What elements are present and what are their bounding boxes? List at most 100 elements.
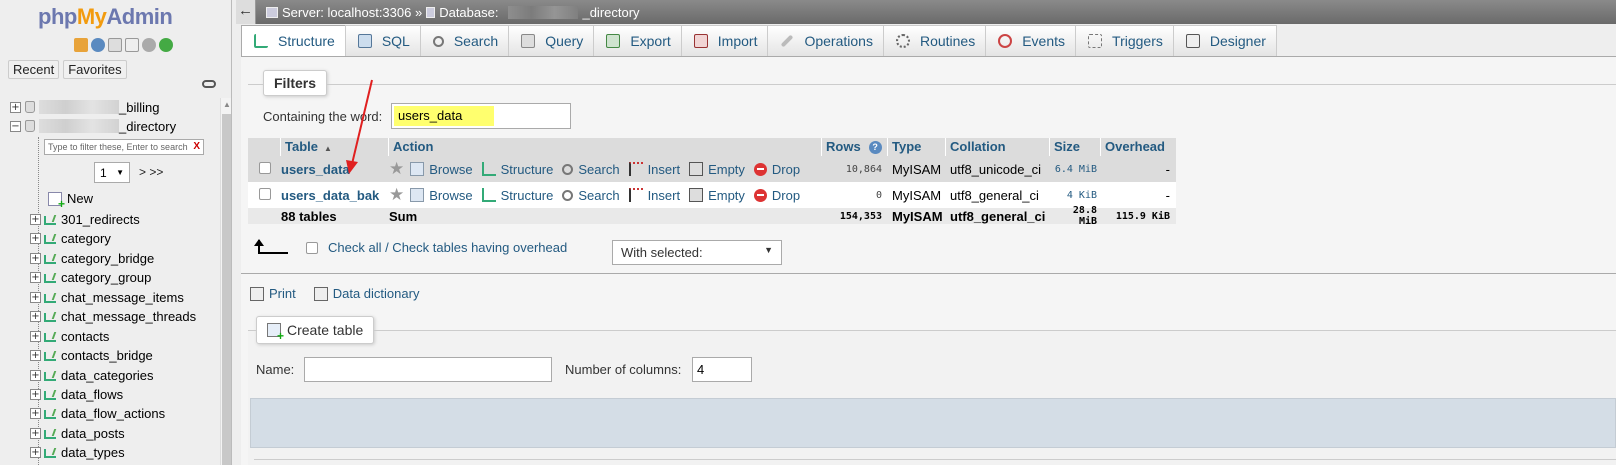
tree-table-item[interactable]: + category_group <box>30 268 151 287</box>
tree-table-item[interactable]: + data_posts <box>30 424 125 443</box>
expand-icon[interactable]: + <box>30 389 41 400</box>
tree-table-item[interactable]: + contacts <box>30 327 109 346</box>
db-billing[interactable]: + _billing <box>10 98 159 116</box>
tree-table-item[interactable]: + chat_message_items <box>30 288 184 307</box>
home-icon[interactable] <box>74 38 88 52</box>
header-overhead[interactable]: Overhead <box>1101 138 1176 156</box>
expand-icon[interactable]: + <box>30 311 41 322</box>
help-icon[interactable]: ? <box>868 140 882 154</box>
link-icon[interactable] <box>202 80 216 88</box>
tab-query[interactable]: Query <box>508 25 595 56</box>
recent-button[interactable]: Recent <box>8 60 60 79</box>
tree-table-item[interactable]: + data_flows <box>30 385 123 404</box>
expand-icon[interactable]: + <box>30 331 41 342</box>
reload-icon[interactable] <box>159 38 173 52</box>
tab-events[interactable]: Events <box>985 25 1077 56</box>
page-select[interactable]: 1 ▼ <box>94 162 130 183</box>
with-selected-dropdown[interactable]: With selected: ▼ <box>612 240 782 265</box>
expand-icon[interactable]: + <box>30 408 41 419</box>
drop-action[interactable]: Drop <box>753 188 800 203</box>
settings-icon[interactable] <box>142 38 156 52</box>
tab-operations[interactable]: Operations <box>767 25 884 56</box>
scrollbar-thumb[interactable] <box>222 114 231 465</box>
data-dictionary-link[interactable]: Data dictionary <box>313 286 419 301</box>
tree-table-item[interactable]: +301_redirects <box>30 210 140 229</box>
expand-icon[interactable]: + <box>30 428 41 439</box>
table-name-input[interactable] <box>304 357 552 382</box>
expand-icon[interactable]: + <box>30 253 41 264</box>
header-rows[interactable]: Rows? <box>822 138 888 156</box>
tab-designer[interactable]: Designer <box>1172 25 1277 56</box>
table-filter-input[interactable]: Type to filter these, Enter to search X <box>44 139 204 155</box>
header-size[interactable]: Size <box>1050 138 1101 156</box>
expand-icon[interactable]: + <box>30 370 41 381</box>
insert-action[interactable]: Insert <box>628 188 680 203</box>
new-table-item[interactable]: New <box>48 191 93 211</box>
tab-routines[interactable]: Routines <box>882 25 987 56</box>
empty-action[interactable]: Empty <box>689 162 745 177</box>
favorites-button[interactable]: Favorites <box>63 60 127 79</box>
breadcrumb-server[interactable]: Server: localhost:3306 » <box>282 5 422 20</box>
docs-icon[interactable] <box>108 38 122 52</box>
favorite-star-icon[interactable]: ★ <box>389 159 404 179</box>
tree-table-item[interactable]: + contacts_bridge <box>30 346 153 365</box>
filter-word-input[interactable]: users_data <box>391 103 571 129</box>
check-all-label[interactable]: Check all / Check tables having overhead <box>328 240 567 255</box>
browse-action[interactable]: Browse <box>410 162 473 177</box>
drop-action[interactable]: Drop <box>753 162 800 177</box>
tab-search[interactable]: Search <box>419 25 510 56</box>
tree-table-item[interactable]: + chat_message_threads <box>30 307 196 326</box>
collapse-icon[interactable]: − <box>10 120 21 132</box>
expand-icon[interactable]: + <box>10 101 21 113</box>
tab-sql[interactable]: SQL <box>344 25 421 56</box>
tree-table-item[interactable]: + data_categories <box>30 366 154 385</box>
table-size[interactable]: 6.4 MiB <box>1050 164 1101 175</box>
breadcrumb-database-label[interactable]: Database: <box>439 5 498 20</box>
header-collation[interactable]: Collation <box>946 138 1050 156</box>
check-all-checkbox[interactable] <box>306 241 318 254</box>
section-divider <box>241 273 1616 274</box>
expand-icon[interactable]: + <box>30 292 41 303</box>
search-action[interactable]: Search <box>562 188 620 203</box>
insert-action[interactable]: Insert <box>628 162 680 177</box>
tab-structure[interactable]: Structure <box>241 25 346 56</box>
empty-action[interactable]: Empty <box>689 188 745 203</box>
row-checkbox[interactable] <box>258 187 271 200</box>
structure-action[interactable]: Structure <box>481 161 554 177</box>
phpmyadmin-logo[interactable]: phpMyAdmin <box>38 4 173 30</box>
table-name-link[interactable]: users_data_bak <box>281 188 379 203</box>
structure-label: Structure <box>500 161 554 177</box>
browse-action[interactable]: Browse <box>410 188 473 203</box>
columns-count-input[interactable]: 4 <box>692 357 752 382</box>
print-link[interactable]: Print <box>250 286 296 301</box>
db-directory[interactable]: − _directory <box>10 117 176 135</box>
tree-table-item[interactable]: + category <box>30 229 111 248</box>
table-size[interactable]: 4 KiB <box>1050 190 1101 201</box>
collapse-nav-button[interactable]: ← <box>236 0 256 24</box>
expand-icon[interactable]: + <box>30 447 41 458</box>
expand-icon[interactable]: + <box>30 233 41 244</box>
clear-filter-button[interactable]: X <box>193 141 200 153</box>
expand-icon[interactable]: + <box>30 272 41 283</box>
tree-table-item[interactable]: + category_bridge <box>30 249 154 268</box>
help-icon[interactable] <box>91 38 105 52</box>
scroll-up-icon[interactable]: ▲ <box>223 100 231 109</box>
tab-triggers[interactable]: Triggers <box>1075 25 1174 56</box>
row-checkbox-cell <box>248 161 281 177</box>
search-action[interactable]: Search <box>562 162 620 177</box>
tree-table-item[interactable]: + data_flow_actions <box>30 404 165 423</box>
nav-scrollbar[interactable]: ▲ <box>220 98 231 465</box>
tab-export[interactable]: Export <box>593 25 682 56</box>
row-checkbox[interactable] <box>258 161 271 174</box>
expand-icon[interactable]: + <box>30 214 41 225</box>
header-type[interactable]: Type <box>888 138 946 156</box>
tree-table-item[interactable]: + data_types <box>30 443 125 462</box>
expand-icon[interactable]: + <box>30 350 41 361</box>
favorite-star-icon[interactable]: ★ <box>389 185 404 205</box>
structure-action[interactable]: Structure <box>481 188 553 203</box>
breadcrumb: Server: localhost:3306 » Database: _dire… <box>266 5 640 20</box>
copy-icon[interactable] <box>125 38 139 52</box>
breadcrumb-database[interactable]: _directory <box>582 5 639 20</box>
tab-import[interactable]: Import <box>680 25 769 56</box>
next-page-link[interactable]: > >> <box>139 165 163 179</box>
